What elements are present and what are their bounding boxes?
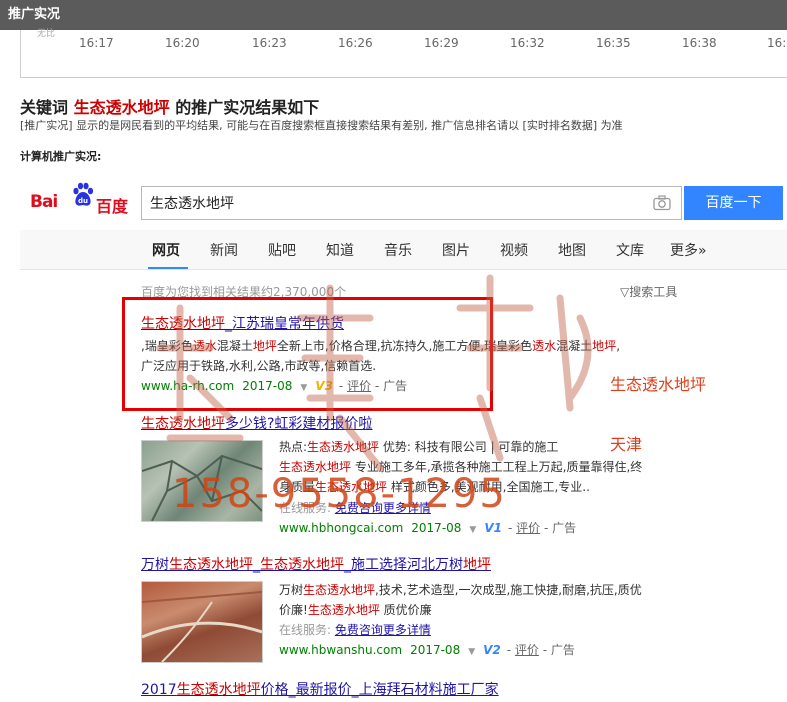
- nav-tieba[interactable]: 贴吧: [268, 240, 296, 260]
- nav-news[interactable]: 新闻: [210, 240, 238, 260]
- paving-texture-icon: [141, 591, 263, 663]
- paw-icon: du: [73, 182, 94, 206]
- watermark-phone: 158-9558-1295: [172, 471, 507, 517]
- page-title: 关键词 生态透水地坪 的推广实况结果如下: [20, 98, 320, 117]
- nav-video[interactable]: 视频: [500, 240, 528, 260]
- keyword-highlight: 生态透水地坪: [73, 98, 170, 117]
- timeline-tick: 16:26: [338, 36, 373, 50]
- search-nav: 网页 新闻 贴吧 知道 音乐 图片 视频 地图 文库 更多»: [20, 230, 787, 270]
- nav-more[interactable]: 更多»: [670, 240, 707, 260]
- review-link[interactable]: 评价: [515, 643, 539, 657]
- result-3-url[interactable]: www.hbwanshu.com: [279, 643, 402, 657]
- dropdown-arrow-icon[interactable]: ▼: [469, 525, 476, 535]
- search-button[interactable]: 百度一下: [684, 186, 783, 220]
- timeline-tick: 16:29: [424, 36, 459, 50]
- disclaimer-note: [推广实况] 显示的是网民看到的平均结果, 可能与在百度搜索框直接搜索结果有差别…: [20, 119, 623, 132]
- result-3-title[interactable]: 万树生态透水地坪_生态透水地坪_施工选择河北万树地坪: [141, 554, 491, 574]
- result-3-url-line: www.hbwanshu.com 2017-08 ▼ V2- 评价 - 广告: [279, 643, 575, 657]
- watermark-city: 天津: [610, 435, 643, 454]
- timeline-tick: 16:23: [252, 36, 287, 50]
- v-badge[interactable]: V1: [484, 521, 502, 535]
- watermark-keyword: 生态透水地坪: [610, 375, 707, 394]
- highlight-frame: [122, 297, 493, 411]
- window-title-bar: 推广实况: [0, 0, 787, 30]
- result-3-desc: 万树生态透水地坪,技术,艺术造型,一次成型,施工快捷,耐磨,抗压,质优: [279, 583, 642, 597]
- window-title: 推广实况: [8, 7, 61, 22]
- result-4-title[interactable]: 2017生态透水地坪价格_最新报价_上海拜石材料施工厂家: [141, 679, 499, 699]
- result-3-thumbnail[interactable]: [141, 581, 263, 663]
- search-tools-button[interactable]: ▽搜索工具: [620, 283, 677, 300]
- pc-live-label: 计算机推广实况:: [20, 150, 102, 163]
- timeline-axis: 无比 16:17 16:20 16:23 16:26 16:29 16:32 1…: [20, 29, 787, 78]
- result-2-title[interactable]: 生态透水地坪多少钱?虹彩建材报价啦: [141, 413, 372, 433]
- timeline-tick: 16:20: [165, 36, 200, 50]
- logo-cn-text: 百度: [96, 197, 129, 216]
- result-3-service: 在线服务: 免费咨询更多详情: [279, 623, 431, 637]
- v-badge[interactable]: V2: [483, 643, 501, 657]
- result-2-url[interactable]: www.hbhongcai.com: [279, 521, 403, 535]
- review-link[interactable]: 评价: [516, 521, 540, 535]
- logo-du-text: du: [78, 197, 88, 205]
- timeline-tick: 16:38: [682, 36, 717, 50]
- timeline-tick: 16:35: [596, 36, 631, 50]
- timeline-tick: 16:32: [510, 36, 545, 50]
- timeline-tick: 16:17: [79, 36, 114, 50]
- result-2-desc: 热点:生态透水地坪 优势: 科技有限公司 | 可靠的施工: [279, 440, 559, 454]
- timeline-y-label: 无比: [37, 29, 56, 39]
- consult-link[interactable]: 免费咨询更多详情: [335, 623, 431, 637]
- nav-music[interactable]: 音乐: [384, 240, 412, 260]
- search-input[interactable]: [142, 187, 632, 219]
- nav-zhidao[interactable]: 知道: [326, 240, 354, 260]
- nav-web[interactable]: 网页: [152, 240, 180, 260]
- dropdown-arrow-icon[interactable]: ▼: [468, 647, 475, 657]
- logo-bai-text: Bai: [30, 192, 58, 212]
- result-3-desc-line2: 价廉!生态透水地坪 质优价廉: [279, 603, 432, 617]
- camera-icon[interactable]: [653, 195, 671, 211]
- baidu-logo[interactable]: Bai du 百度: [30, 180, 132, 216]
- nav-images[interactable]: 图片: [442, 240, 470, 260]
- active-tab-indicator: [148, 267, 188, 269]
- nav-map[interactable]: 地图: [558, 240, 586, 260]
- timeline-tick: 16:4: [767, 36, 787, 50]
- result-2-url-line: www.hbhongcai.com 2017-08 ▼ V1- 评价 - 广告: [279, 521, 577, 535]
- nav-wenku[interactable]: 文库: [616, 240, 644, 260]
- search-box: [141, 186, 682, 220]
